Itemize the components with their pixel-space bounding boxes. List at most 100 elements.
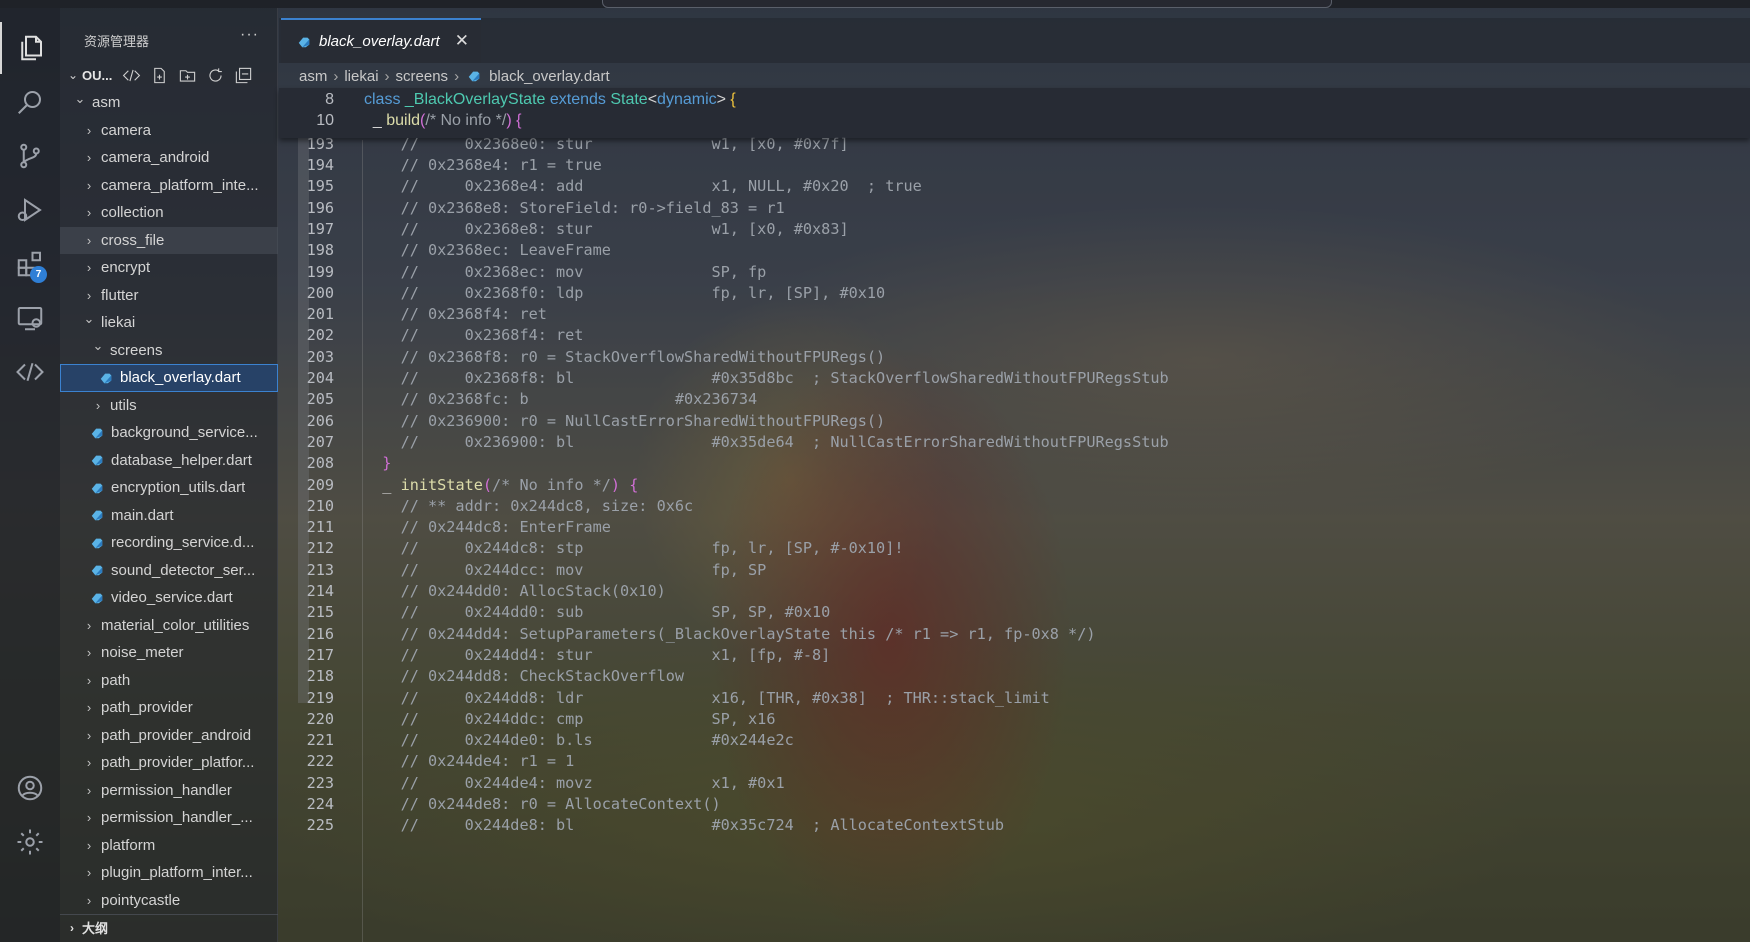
tree-folder[interactable]: › material_color_utilities — [60, 612, 278, 640]
code-line: 210 // ** addr: 0x244dc8, size: 0x6c — [279, 494, 1750, 518]
breadcrumb-item[interactable]: black_overlay.dart — [489, 68, 610, 85]
code-text: // 0x2368e4: r1 = true — [364, 156, 602, 174]
close-icon[interactable]: ✕ — [455, 31, 469, 51]
code-token: State — [610, 90, 648, 108]
code-token: // 0x2368f8: r0 = StackOverflowSharedWit… — [364, 347, 886, 366]
code-icon[interactable] — [122, 66, 141, 85]
tree-file[interactable]: main.dart — [60, 502, 278, 530]
code-editor[interactable]: 193 // 0x2368e0: stur w1, [x0, #0x7f] 194… — [279, 88, 1750, 942]
code-line: 206 // 0x236900: r0 = NullCastErrorShare… — [279, 409, 1750, 433]
tree-folder[interactable]: › camera_android — [60, 144, 278, 172]
tree-file[interactable]: database_helper.dart — [60, 447, 278, 475]
tree-folder[interactable]: › permission_handler_... — [60, 804, 278, 832]
more-actions-button[interactable]: ··· — [240, 26, 259, 44]
code-text: // 0x244de4: movz x1, #0x1 — [364, 774, 785, 792]
line-number: 216 — [306, 624, 334, 643]
dart-file-icon — [467, 69, 481, 83]
code-text: // 0x236900: r0 = NullCastErrorSharedWit… — [364, 411, 886, 430]
sticky-scroll-header[interactable]: 8 class _BlackOverlayState extends State<… — [279, 88, 1750, 138]
tree-folder[interactable]: › path_provider_platfor... — [60, 749, 278, 777]
tab-black-overlay[interactable]: black_overlay.dart ✕ — [281, 18, 481, 63]
code-line: 207 // 0x236900: bl #0x35de64 ; NullCast… — [279, 430, 1750, 454]
breadcrumb-item[interactable]: screens — [396, 68, 449, 85]
code-token: // ** addr: 0x244dc8, size: 0x6c — [364, 496, 694, 515]
breadcrumb-item[interactable]: asm — [299, 68, 327, 85]
code-text: // 0x2368f4: ret — [364, 326, 584, 344]
tree-item-label: recording_service.d... — [111, 534, 255, 552]
tree-item-label: sound_detector_ser... — [111, 561, 256, 579]
chevron-right-icon: › — [86, 232, 92, 248]
code-text: // 0x2368e8: stur w1, [x0, #0x83] — [364, 220, 849, 238]
command-center[interactable] — [602, 0, 1332, 8]
line-number: 10 — [316, 112, 334, 130]
tree-folder[interactable]: › platform — [60, 832, 278, 860]
sidebar-title: 资源管理器 — [84, 34, 150, 49]
tree-item-label: liekai — [101, 314, 136, 332]
tree-folder[interactable]: ⌄ screens — [60, 337, 278, 365]
chevron-right-icon: › — [86, 700, 92, 716]
workspace-section-header[interactable]: ⌄ OU... — [60, 63, 278, 87]
explorer-button[interactable] — [0, 22, 60, 74]
tree-folder[interactable]: › utils — [60, 392, 278, 420]
line-number: 201 — [306, 305, 334, 324]
code-token: // 0x2368ec: LeaveFrame — [364, 241, 611, 260]
tree-folder[interactable]: › camera — [60, 117, 278, 145]
tree-file[interactable]: recording_service.d... — [60, 529, 278, 557]
tree-folder[interactable]: › path_provider — [60, 694, 278, 722]
settings-gear-icon — [17, 829, 43, 855]
code-line: 213 // 0x244dcc: mov fp, SP — [279, 558, 1750, 582]
code-token: build — [386, 112, 421, 130]
tree-item-label: permission_handler_... — [101, 809, 253, 827]
tree-folder[interactable]: › encrypt — [60, 254, 278, 282]
code-token: _ — [364, 475, 401, 494]
tree-folder[interactable]: › pointycastle — [60, 887, 278, 915]
tree-folder[interactable]: › noise_meter — [60, 639, 278, 667]
search-icon — [18, 91, 41, 114]
refresh-icon[interactable] — [206, 66, 225, 85]
tree-file[interactable]: encryption_utils.dart — [60, 474, 278, 502]
tree-folder[interactable]: › path_provider_android — [60, 722, 278, 750]
tree-folder[interactable]: › cross_file — [60, 226, 278, 254]
line-number: 208 — [306, 454, 334, 473]
settings-button[interactable] — [0, 816, 60, 868]
code-token: // 0x244de8: bl #0x35c724 ; AllocateCont… — [364, 816, 1005, 835]
new-folder-icon[interactable] — [178, 66, 197, 85]
tree-item-label: asm — [92, 94, 121, 112]
code-text: // 0x2368ec: mov SP, fp — [364, 263, 767, 281]
tree-folder[interactable]: › camera_platform_inte... — [60, 172, 278, 200]
code-token: // 0x236900: r0 = NullCastErrorSharedWit… — [364, 411, 886, 430]
tree-item-label: permission_handler — [101, 781, 232, 799]
tree-item-label: material_color_utilities — [101, 616, 250, 634]
tree-file[interactable]: sound_detector_ser... — [60, 557, 278, 585]
tree-folder[interactable]: ⌄ asm — [60, 89, 278, 117]
tree-folder[interactable]: › plugin_platform_inter... — [60, 859, 278, 887]
account-button[interactable] — [0, 762, 60, 814]
new-file-icon[interactable] — [150, 66, 169, 85]
tree-item-label: encryption_utils.dart — [111, 479, 246, 497]
code-text: // 0x244ddc: cmp SP, x16 — [364, 710, 776, 728]
tree-file[interactable]: video_service.dart — [60, 584, 278, 612]
run-debug-button[interactable] — [0, 184, 60, 236]
code-token: // 0x244dd0: AllocStack(0x10) — [364, 582, 666, 601]
collapse-all-icon[interactable] — [234, 66, 253, 85]
tree-folder[interactable]: ⌄ liekai — [60, 309, 278, 337]
tree-folder[interactable]: › permission_handler — [60, 777, 278, 805]
code-token: // 0x244dd4: stur x1, [fp, #-8] — [364, 645, 831, 664]
code-button[interactable] — [0, 346, 60, 398]
line-number: 217 — [306, 645, 334, 664]
tree-folder[interactable]: › flutter — [60, 282, 278, 310]
tree-folder[interactable]: › collection — [60, 199, 278, 227]
tree-folder[interactable]: › path — [60, 667, 278, 695]
tree-item-label: collection — [101, 204, 164, 222]
line-number: 194 — [306, 156, 334, 175]
tree-file[interactable]: background_service... — [60, 419, 278, 447]
source-control-button[interactable] — [0, 130, 60, 182]
search-button[interactable] — [0, 76, 60, 128]
breadcrumb-item[interactable]: liekai — [344, 68, 378, 85]
extensions-button[interactable]: 7 — [0, 238, 60, 290]
tree-file[interactable]: black_overlay.dart — [60, 364, 278, 392]
code-text: class _BlackOverlayState extends State<d… — [364, 91, 736, 109]
code-token: } — [382, 454, 392, 473]
remote-explorer-button[interactable] — [0, 292, 60, 344]
outline-section-header[interactable]: › 大纲 — [60, 914, 278, 940]
